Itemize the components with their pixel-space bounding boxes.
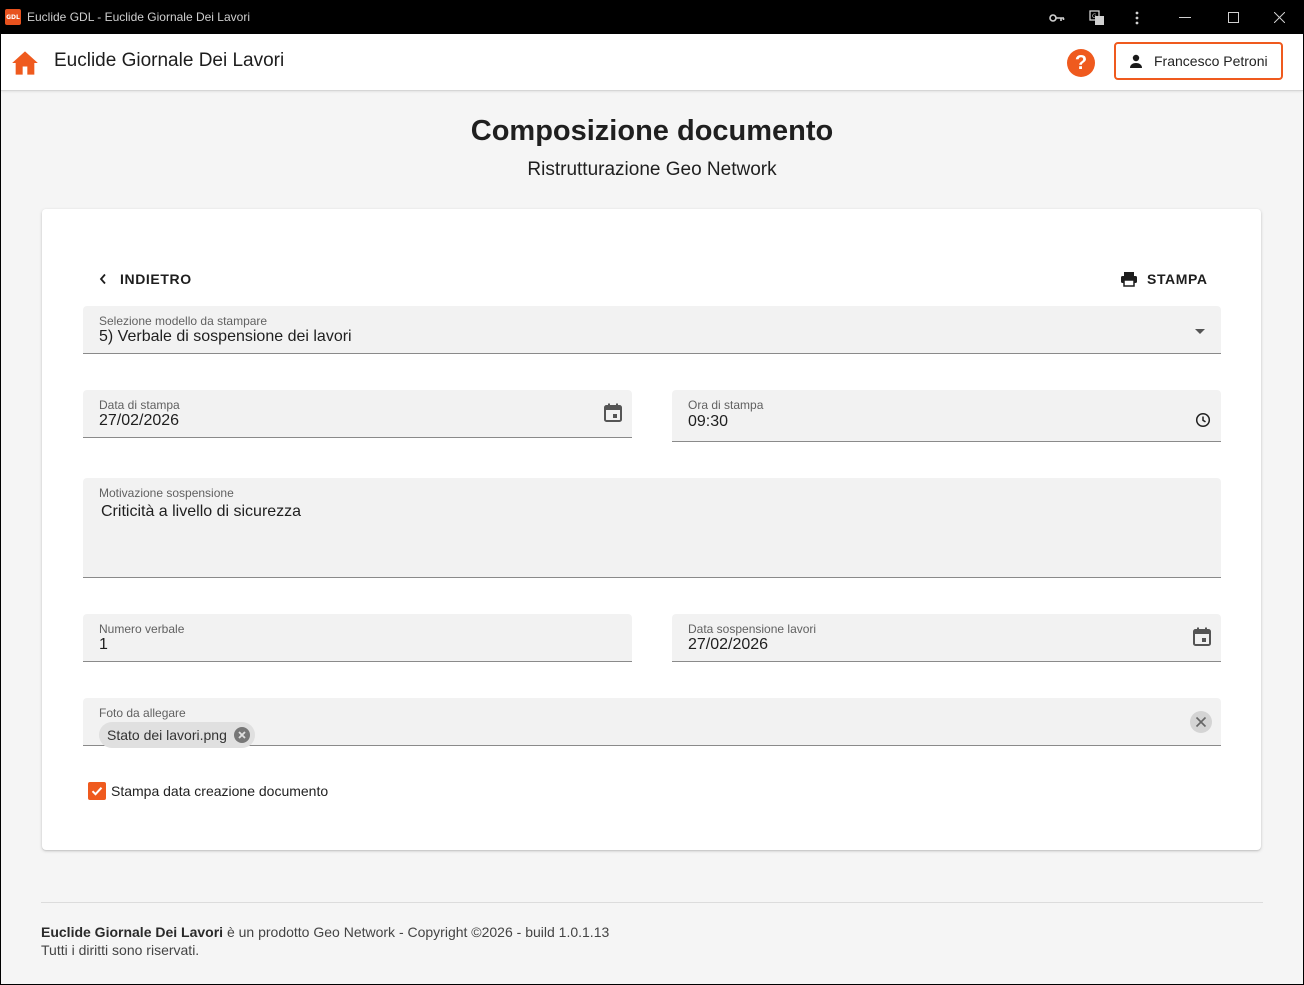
printer-icon	[1121, 272, 1137, 287]
report-number-field[interactable]: Numero verbale 1	[83, 614, 632, 662]
back-button[interactable]: INDIETRO	[98, 267, 192, 291]
print-date-label: Data di stampa	[99, 398, 180, 412]
dropdown-arrow-icon	[1195, 329, 1205, 334]
print-date-field[interactable]: Data di stampa 27/02/2026	[83, 390, 632, 438]
window-title: Euclide GDL - Euclide Giornale Dei Lavor…	[27, 10, 250, 24]
page-subtitle: Ristrutturazione Geo Network	[527, 159, 777, 180]
photo-chip[interactable]: Stato dei lavori.png	[99, 722, 255, 748]
maximize-icon[interactable]	[1213, 1, 1253, 34]
suspension-date-label: Data sospensione lavori	[688, 622, 817, 636]
print-creation-date-checkbox[interactable]	[88, 782, 106, 800]
template-select[interactable]: Selezione modello da stampare 5) Verbale…	[83, 306, 1221, 354]
app-window: GDL Euclide GDL - Euclide Giornale Dei L…	[1, 1, 1303, 984]
check-icon	[91, 787, 103, 796]
page-title: Composizione documento	[470, 115, 834, 147]
key-icon[interactable]	[1037, 1, 1077, 34]
more-vert-icon[interactable]	[1117, 1, 1157, 34]
svg-text:G: G	[1092, 13, 1097, 20]
suspension-date-value: 27/02/2026	[688, 636, 769, 653]
help-icon[interactable]: ?	[1067, 49, 1095, 77]
report-number-value: 1	[99, 636, 108, 653]
print-time-field[interactable]: Ora di stampa 09:30	[672, 390, 1221, 442]
chip-remove-icon[interactable]	[233, 726, 251, 744]
document-form-card: INDIETRO STAMPA Selezione modello da sta…	[42, 209, 1261, 850]
title-bar: GDL Euclide GDL - Euclide Giornale Dei L…	[1, 1, 1303, 34]
calendar-icon[interactable]	[1191, 626, 1213, 648]
footer-copyright: Euclide Giornale Dei Lavori è un prodott…	[41, 924, 609, 940]
footer-product-name: Euclide Giornale Dei Lavori	[41, 924, 224, 940]
photo-chip-label: Stato dei lavori.png	[107, 727, 227, 743]
template-select-label: Selezione modello da stampare	[99, 314, 268, 328]
back-label: INDIETRO	[120, 271, 192, 287]
print-button[interactable]: STAMPA	[1120, 267, 1208, 291]
template-select-value: 5) Verbale di sospensione dei lavori	[99, 328, 352, 345]
photos-label: Foto da allegare	[99, 706, 186, 720]
close-icon[interactable]	[1259, 1, 1299, 34]
app-logo-icon: GDL	[5, 9, 21, 25]
photos-field[interactable]: Foto da allegare Stato dei lavori.png	[83, 698, 1221, 748]
clear-photos-button[interactable]	[1190, 711, 1212, 733]
close-icon	[1195, 716, 1207, 728]
suspension-reason-label: Motivazione sospensione	[99, 486, 234, 500]
home-icon[interactable]	[11, 50, 39, 76]
suspension-reason-value: Criticità a livello di sicurezza	[101, 503, 302, 520]
footer-divider	[41, 902, 1263, 903]
user-button[interactable]: Francesco Petroni	[1114, 42, 1283, 80]
person-icon	[1130, 54, 1142, 68]
print-time-value: 09:30	[688, 413, 729, 430]
app-header: Euclide Giornale Dei Lavori ? Francesco …	[1, 34, 1303, 91]
clock-icon[interactable]	[1195, 412, 1211, 428]
suspension-reason-textarea[interactable]: Motivazione sospensione Criticità a live…	[83, 478, 1221, 578]
footer-copyright-text: è un prodotto Geo Network - Copyright ©2…	[223, 924, 610, 940]
print-time-label: Ora di stampa	[688, 398, 764, 412]
translate-icon[interactable]: G	[1077, 1, 1117, 34]
chevron-left-icon	[99, 273, 106, 285]
print-date-value: 27/02/2026	[99, 412, 180, 429]
calendar-icon[interactable]	[602, 402, 624, 424]
print-creation-date-label: Stampa data creazione documento	[111, 783, 329, 799]
report-number-label: Numero verbale	[99, 622, 185, 636]
suspension-date-field[interactable]: Data sospensione lavori 27/02/2026	[672, 614, 1221, 662]
print-label: STAMPA	[1147, 271, 1208, 287]
print-creation-date-option[interactable]: Stampa data creazione documento	[88, 782, 328, 800]
user-name: Francesco Petroni	[1154, 53, 1268, 69]
footer-rights: Tutti i diritti sono riservati.	[41, 942, 200, 958]
app-title: Euclide Giornale Dei Lavori	[54, 50, 285, 71]
minimize-icon[interactable]	[1165, 1, 1205, 34]
